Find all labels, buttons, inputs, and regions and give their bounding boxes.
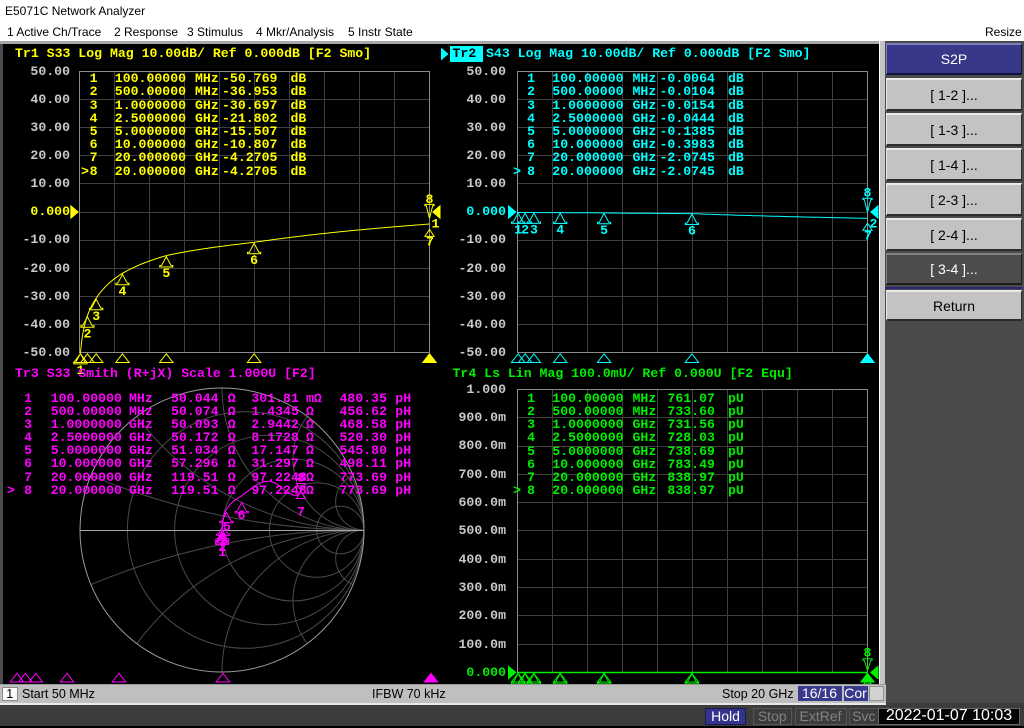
svg-text:5: 5 xyxy=(162,266,170,281)
svg-text:7: 7 xyxy=(426,235,434,250)
svg-text:5: 5 xyxy=(600,223,608,238)
svg-text:8: 8 xyxy=(864,186,872,201)
svg-text:2: 2 xyxy=(521,223,529,238)
svg-text:6: 6 xyxy=(688,224,696,239)
svg-text:7: 7 xyxy=(297,505,305,520)
svg-text:8: 8 xyxy=(864,646,872,661)
svg-text:2: 2 xyxy=(83,326,91,341)
svg-text:4: 4 xyxy=(119,284,127,299)
svg-text:3: 3 xyxy=(530,223,538,238)
svg-text:1: 1 xyxy=(432,216,440,231)
svg-text:6: 6 xyxy=(250,253,258,268)
svg-text:2: 2 xyxy=(870,216,878,231)
svg-text:4: 4 xyxy=(556,223,564,238)
svg-text:8: 8 xyxy=(426,192,434,207)
svg-text:5: 5 xyxy=(223,520,231,535)
svg-text:3: 3 xyxy=(92,309,100,324)
svg-text:6: 6 xyxy=(238,508,246,523)
svg-text:1: 1 xyxy=(218,545,226,560)
